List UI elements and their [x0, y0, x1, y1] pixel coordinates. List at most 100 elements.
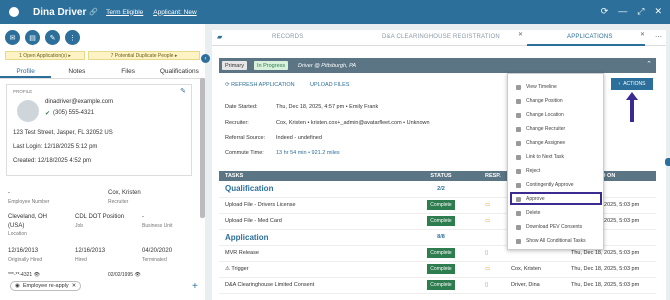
referral-source-value: Indeed - undefined	[276, 135, 322, 141]
section-qualification: Qualification	[225, 184, 274, 194]
address-text: 123 Test Street, Jasper, FL 32052 US	[13, 130, 113, 136]
person-name: Dina Driver	[33, 6, 87, 18]
job-label: Job	[75, 223, 84, 229]
duplicates-pill[interactable]: 7 Potential Duplicate People ▸	[88, 51, 200, 60]
folder-icon[interactable]: ▭	[485, 266, 490, 272]
folder-icon[interactable]: ▰	[217, 33, 222, 41]
right-tabs: ▰ RECORDS D&A CLEARINGHOUSE REGISTRATION…	[212, 30, 666, 46]
menu-contingently-approve[interactable]: Contingently Approve	[516, 182, 574, 188]
menu-change-location[interactable]: Change Location	[516, 112, 564, 118]
close-clearinghouse-tab-icon[interactable]: ✕	[518, 31, 523, 38]
phone-text: (305) 555-4321	[53, 110, 95, 116]
task-name[interactable]: Upload File - Drivers License	[219, 197, 397, 214]
message-button[interactable]: ▤	[25, 30, 40, 45]
status-complete: Complete	[427, 216, 455, 226]
download-icon	[516, 224, 521, 230]
refresh-icon[interactable]: ⟳	[601, 6, 609, 17]
minimize-icon[interactable]: —	[618, 6, 627, 17]
task-name[interactable]: D&A Clearinghouse Limited Consent	[219, 277, 397, 294]
term-eligible-link[interactable]: Term Eligible	[106, 9, 143, 16]
tabs-more-icon[interactable]: ⋯	[655, 33, 662, 41]
folder-icon[interactable]: ▭	[485, 218, 490, 224]
collapse-card-icon[interactable]: ⌃	[646, 60, 652, 68]
hourglass-icon	[516, 182, 521, 188]
close-icon[interactable]: ✕	[654, 6, 662, 17]
approve-highlight-box	[510, 192, 602, 205]
hired-label: Hired	[75, 257, 87, 263]
remove-tag-icon[interactable]: ✕	[72, 283, 77, 289]
menu-change-position[interactable]: Change Position	[516, 98, 563, 104]
more-button[interactable]: ⋮	[65, 30, 80, 45]
terminated-value: 04/20/2020	[142, 248, 173, 254]
menu-download-pev[interactable]: Download PEV Consents	[516, 224, 582, 230]
task-name[interactable]: ⚠ Trigger	[219, 261, 397, 278]
task-name[interactable]: MVR Release	[219, 245, 397, 262]
tab-records[interactable]: RECORDS	[272, 34, 303, 40]
menu-label: Change Location	[526, 112, 564, 118]
country-value: (USA)	[8, 223, 25, 229]
menu-delete[interactable]: Delete	[516, 210, 540, 216]
dob-value: 02/02/1995 👁	[108, 272, 141, 278]
expand-icon[interactable]: ⤢	[637, 6, 644, 17]
email-button[interactable]: ✉	[5, 30, 20, 45]
close-applications-tab-icon[interactable]: ✕	[640, 31, 645, 38]
ssn-value: ***-**-4321 👁	[8, 272, 40, 278]
document-icon[interactable]: ▯	[485, 282, 488, 288]
open-applications-pill[interactable]: 1 Open Application(s) ▸	[5, 51, 85, 60]
menu-view-timeline[interactable]: View Timeline	[516, 84, 557, 90]
assignee: Driver, Dina	[505, 277, 565, 294]
actions-button[interactable]: ‹ ACTIONS	[611, 78, 653, 90]
employee-tag-chip[interactable]: ◉ Employee re-apply ✕	[10, 281, 82, 291]
add-tag-button[interactable]: +	[192, 281, 198, 292]
side-handle[interactable]	[665, 158, 670, 166]
refresh-application-link[interactable]: ⟳ REFRESH APPLICATION	[225, 82, 295, 88]
tab-files[interactable]: Files	[103, 65, 154, 78]
menu-label: View Timeline	[526, 84, 557, 90]
tab-applications[interactable]: APPLICATIONS	[567, 34, 613, 40]
status-complete: Complete	[427, 248, 455, 258]
profile-card: PROFILE ✎ dinadriver@example.com ✔ (305)…	[6, 84, 192, 176]
table-row[interactable]: ⚠ Trigger Complete ▭ Cox, Kristen Thu, D…	[219, 261, 656, 278]
timeline-icon	[516, 84, 521, 90]
menu-show-conditional[interactable]: Show All Conditional Tasks	[516, 238, 586, 244]
employee-number-label: Employee Number	[8, 199, 50, 205]
tab-profile[interactable]: Profile	[0, 65, 52, 78]
recruiter-value: Cox, Kristen	[108, 190, 141, 196]
menu-reject[interactable]: Reject	[516, 168, 540, 174]
tab-clearinghouse[interactable]: D&A CLEARINGHOUSE REGISTRATION	[382, 34, 500, 40]
window-controls: ⟳ — ⤢ ✕	[601, 6, 662, 17]
task-name[interactable]: Upload File - Med Card	[219, 213, 397, 230]
collapse-panel-button[interactable]: ‹	[201, 54, 210, 63]
commute-time-value[interactable]: 13 hr 54 min • 921.2 miles	[276, 150, 340, 156]
section-application: Application	[225, 232, 269, 242]
active-tab-underline	[527, 44, 645, 46]
last-login-text: Last Login: 12/18/2025 5:12 pm	[13, 144, 98, 150]
position-icon	[516, 98, 521, 104]
menu-label: Change Assignee	[526, 140, 566, 146]
check-icon: ✔	[45, 111, 51, 117]
edit-profile-icon[interactable]: ✎	[180, 87, 186, 95]
menu-change-recruiter[interactable]: Change Recruiter	[516, 126, 565, 132]
upload-files-link[interactable]: UPLOAD FILES	[310, 82, 349, 88]
document-icon[interactable]: ▯	[485, 250, 488, 256]
menu-change-assignee[interactable]: Change Assignee	[516, 140, 565, 146]
refresh-label: REFRESH APPLICATION	[231, 82, 295, 88]
tab-qualifications[interactable]: Qualifications	[154, 65, 205, 78]
menu-link-next-task[interactable]: Link to Next Task	[516, 154, 564, 160]
applicant-status-link[interactable]: Applicant: New	[153, 9, 196, 16]
email-text: dinadriver@example.com	[45, 99, 114, 105]
actions-menu: View Timeline Change Position Change Loc…	[507, 73, 604, 250]
commute-time-label: Commute Time:	[225, 150, 264, 156]
menu-label: Show All Conditional Tasks	[526, 238, 586, 244]
tab-notes[interactable]: Notes	[51, 65, 102, 78]
recruiter-info-value: Cox, Kristen • kristen.cox+_admin@avatar…	[276, 120, 430, 126]
list-icon	[516, 238, 521, 244]
profile-label: PROFILE	[13, 89, 33, 94]
edit-button[interactable]: ✎	[45, 30, 60, 45]
left-scrollbar[interactable]	[200, 78, 205, 218]
table-row[interactable]: D&A Clearinghouse Limited Consent Comple…	[219, 277, 656, 294]
employee-number-value: -	[8, 190, 10, 196]
col-status: STATUS	[397, 171, 479, 181]
folder-icon[interactable]: ▭	[485, 202, 490, 208]
link-icon[interactable]: 🔗	[89, 8, 98, 16]
